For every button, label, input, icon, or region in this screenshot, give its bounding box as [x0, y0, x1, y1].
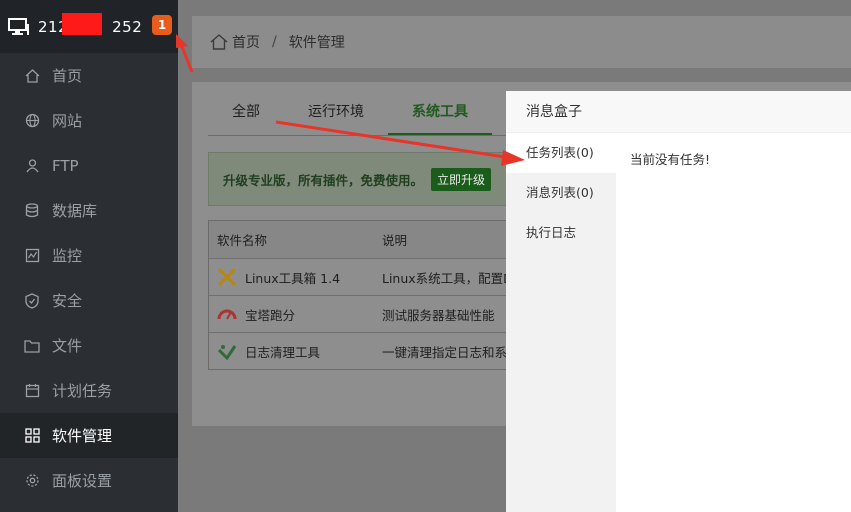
sidebar-menu: 首页 网站 FTP 数据库 监控 安全 文件 计划任务 软件管理 面板设置 — [0, 53, 178, 503]
software-table: 软件名称 说明 Linux工具箱 1.4 Linux系统工具，配置DNS 宝塔跑… — [208, 220, 528, 370]
sidebar-item-home[interactable]: 首页 — [0, 53, 178, 98]
sidebar-item-monitor[interactable]: 监控 — [0, 233, 178, 278]
message-badge[interactable]: 1 — [152, 15, 172, 35]
monitor-icon — [8, 17, 29, 35]
sidebar-item-database[interactable]: 数据库 — [0, 188, 178, 233]
sidebar-item-label: 面板设置 — [52, 472, 113, 490]
tab-all[interactable]: 全部 — [208, 96, 284, 135]
sidebar-item-label: 首页 — [52, 67, 83, 85]
table-row[interactable]: 日志清理工具 一键清理指定日志和系统 — [209, 332, 527, 369]
sidebar-item-files[interactable]: 文件 — [0, 323, 178, 368]
sidebar-item-security[interactable]: 安全 — [0, 278, 178, 323]
home-icon[interactable] — [210, 34, 228, 50]
message-box-title: 消息盒子 — [506, 91, 851, 133]
gauge-icon — [217, 304, 237, 324]
software-desc: 测试服务器基础性能 — [382, 307, 495, 323]
upgrade-button[interactable]: 立即升级 — [431, 167, 492, 191]
folder-icon — [24, 338, 40, 354]
header-desc: 说明 — [382, 233, 408, 248]
sidebar-item-cron[interactable]: 计划任务 — [0, 368, 178, 413]
sidebar-item-ftp[interactable]: FTP — [0, 143, 178, 188]
empty-task-text: 当前没有任务! — [630, 152, 711, 167]
redaction-block — [62, 13, 102, 35]
software-name: Linux工具箱 1.4 — [245, 270, 341, 286]
table-row[interactable]: Linux工具箱 1.4 Linux系统工具，配置DNS — [209, 258, 527, 295]
software-tabs: 全部 运行环境 系统工具 — [208, 96, 528, 136]
sidebar-item-label: 安全 — [52, 292, 83, 310]
grid-icon — [24, 428, 40, 444]
header-name: 软件名称 — [217, 233, 268, 248]
breadcrumb: 首页 / 软件管理 — [192, 16, 851, 68]
sidebar-item-software[interactable]: 软件管理 — [0, 413, 178, 458]
ftp-icon — [24, 158, 40, 174]
server-header: 212 252 1 — [0, 0, 178, 53]
software-name: 宝塔跑分 — [245, 307, 296, 323]
monitor-chart-icon — [24, 248, 40, 264]
breadcrumb-home[interactable]: 首页 — [232, 32, 260, 52]
sidebar-item-label: 数据库 — [52, 202, 98, 220]
table-header: 软件名称 说明 — [209, 221, 527, 258]
globe-icon — [24, 113, 40, 129]
tab-message-list[interactable]: 消息列表(0) — [506, 173, 616, 213]
sidebar-item-label: 监控 — [52, 247, 83, 265]
upgrade-banner: 升级专业版，所有插件，免费使用。 立即升级 — [208, 152, 528, 206]
software-name: 日志清理工具 — [245, 344, 321, 360]
sidebar: 212 252 1 首页 网站 FTP 数据库 监控 安全 文件 计划任务 软件… — [0, 0, 178, 512]
server-ip-suffix: 252 — [112, 17, 143, 36]
sidebar-item-label: FTP — [52, 156, 79, 175]
sidebar-item-settings[interactable]: 面板设置 — [0, 458, 178, 503]
broom-icon — [217, 341, 237, 361]
sidebar-item-website[interactable]: 网站 — [0, 98, 178, 143]
sidebar-item-label: 文件 — [52, 337, 83, 355]
shield-icon — [24, 292, 40, 309]
home-icon — [24, 68, 40, 84]
calendar-icon — [24, 383, 40, 399]
tab-system-tools[interactable]: 系统工具 — [388, 96, 492, 135]
software-desc: 一键清理指定日志和系统 — [382, 344, 520, 360]
message-box-nav: 任务列表(0) 消息列表(0) 执行日志 — [506, 133, 616, 512]
table-row[interactable]: 宝塔跑分 测试服务器基础性能 — [209, 295, 527, 332]
breadcrumb-current: 软件管理 — [288, 35, 345, 51]
sidebar-item-label: 计划任务 — [52, 382, 113, 400]
tab-exec-log[interactable]: 执行日志 — [506, 213, 616, 253]
sidebar-item-label: 网站 — [52, 112, 83, 130]
tools-icon — [217, 267, 237, 287]
tab-runtime[interactable]: 运行环境 — [284, 96, 388, 135]
tab-task-list[interactable]: 任务列表(0) — [506, 133, 616, 173]
breadcrumb-separator: / — [272, 34, 277, 50]
upgrade-text: 升级专业版，所有插件，免费使用。 — [223, 172, 424, 188]
message-box: 消息盒子 任务列表(0) 消息列表(0) 执行日志 当前没有任务! — [506, 91, 851, 512]
sidebar-item-label: 软件管理 — [52, 427, 113, 445]
database-icon — [24, 203, 40, 219]
software-desc: Linux系统工具，配置DNS — [382, 270, 527, 286]
gear-icon — [24, 473, 40, 489]
